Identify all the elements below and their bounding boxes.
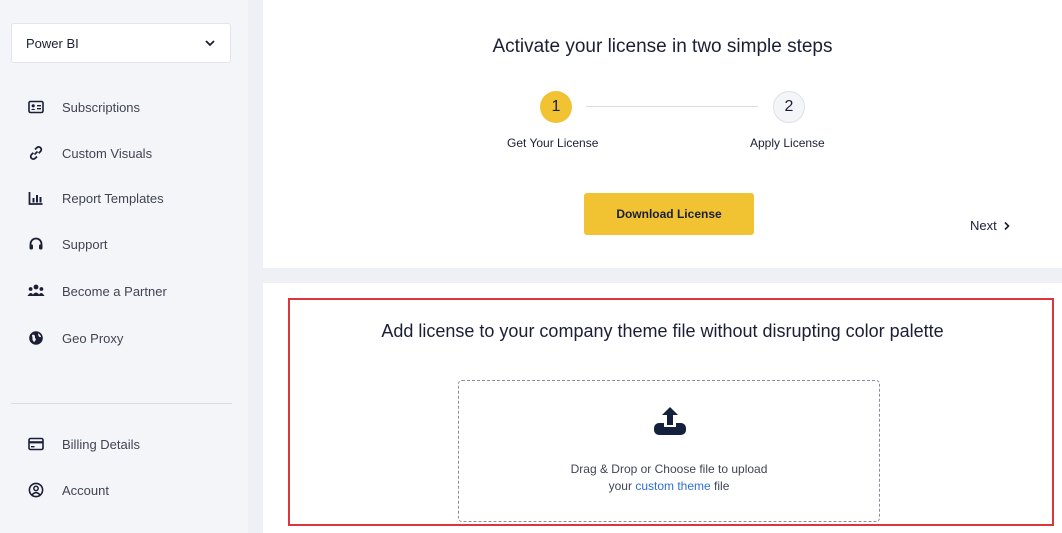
- file-dropzone[interactable]: Drag & Drop or Choose file to upload you…: [458, 380, 880, 522]
- sidebar-item-report-templates[interactable]: Report Templates: [26, 187, 164, 209]
- download-license-button[interactable]: Download License: [584, 193, 754, 235]
- users-icon: [26, 281, 46, 301]
- dropzone-instructions: Drag & Drop or Choose file to upload you…: [459, 461, 879, 495]
- sidebar-item-label: Subscriptions: [62, 99, 141, 115]
- sidebar-item-label: Become a Partner: [62, 283, 167, 299]
- dropzone-prefix: your: [608, 479, 632, 493]
- theme-upload-card: Add license to your company theme file w…: [263, 283, 1062, 533]
- id-card-icon: [26, 97, 46, 117]
- link-icon: [26, 143, 46, 163]
- dropzone-suffix: file: [714, 479, 730, 493]
- user-circle-icon: [26, 480, 46, 500]
- upload-icon: [652, 403, 688, 439]
- chevron-right-icon: [1003, 221, 1011, 231]
- sidebar-item-label: Support: [62, 236, 108, 252]
- step-2-label: Apply License: [750, 136, 825, 150]
- dropzone-line-1: Drag & Drop or Choose file to upload: [570, 462, 768, 476]
- activation-card: Activate your license in two simple step…: [263, 0, 1062, 268]
- next-label: Next: [970, 218, 997, 233]
- credit-card-icon: [26, 434, 46, 454]
- globe-icon: [26, 328, 46, 348]
- sidebar: Power BI Subscriptions Custom Visuals Re…: [0, 0, 248, 533]
- sidebar-divider: [11, 403, 232, 404]
- sidebar-item-label: Custom Visuals: [62, 145, 153, 161]
- headset-icon: [26, 234, 46, 254]
- sidebar-item-billing-details[interactable]: Billing Details: [26, 433, 140, 455]
- step-2-indicator[interactable]: 2: [773, 91, 805, 123]
- sidebar-item-label: Billing Details: [62, 436, 141, 452]
- product-select[interactable]: Power BI: [11, 23, 231, 63]
- sidebar-item-support[interactable]: Support: [26, 233, 108, 255]
- step-connector: [586, 106, 758, 107]
- next-button[interactable]: Next: [970, 218, 1011, 233]
- bar-chart-icon: [26, 188, 46, 208]
- sidebar-item-account[interactable]: Account: [26, 479, 109, 501]
- sidebar-item-label: Geo Proxy: [62, 330, 124, 346]
- chevron-down-icon: [204, 37, 216, 49]
- dropzone-line-2: your custom theme file: [459, 478, 879, 495]
- step-1-indicator[interactable]: 1: [540, 91, 572, 123]
- custom-theme-link[interactable]: custom theme: [635, 479, 710, 493]
- sidebar-item-label: Account: [62, 482, 109, 498]
- product-select-value: Power BI: [26, 35, 79, 51]
- activation-title: Activate your license in two simple step…: [492, 36, 833, 57]
- sidebar-item-subscriptions[interactable]: Subscriptions: [26, 96, 140, 118]
- sidebar-item-label: Report Templates: [62, 190, 164, 206]
- sidebar-item-geo-proxy[interactable]: Geo Proxy: [26, 327, 123, 349]
- sidebar-item-custom-visuals[interactable]: Custom Visuals: [26, 142, 152, 164]
- step-1-label: Get Your License: [507, 136, 599, 150]
- theme-upload-title: Add license to your company theme file w…: [381, 321, 944, 341]
- sidebar-item-become-a-partner[interactable]: Become a Partner: [26, 280, 167, 302]
